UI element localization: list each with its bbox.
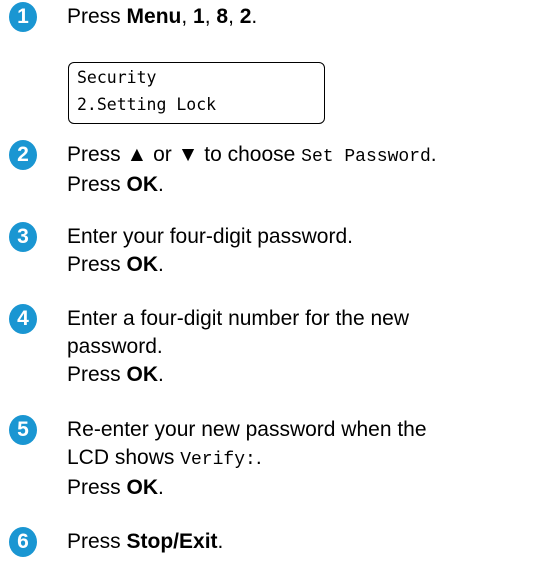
instruction-text: .	[255, 446, 262, 469]
key-name: 2	[239, 5, 252, 28]
key-name: OK	[126, 173, 159, 196]
key-name: 8	[216, 5, 229, 28]
instruction-text: Press	[67, 253, 127, 276]
instruction-text: .	[158, 253, 164, 276]
instruction-text: Enter your four-digit password.	[67, 225, 353, 248]
instruction-text: Re-enter your new password when the	[67, 418, 427, 441]
key-name: OK	[126, 253, 159, 276]
step-text: Press Menu, 1, 8, 2.	[67, 3, 257, 31]
lcd-text: Verify:	[180, 450, 256, 470]
instruction-text: Press	[67, 530, 127, 553]
lcd-line-2: 2.Setting Lock	[77, 95, 217, 114]
step-number-badge: 3	[9, 222, 37, 252]
step-number-badge: 6	[9, 527, 37, 557]
key-name: Menu	[126, 5, 182, 28]
instruction-text: .	[251, 5, 258, 28]
instruction-text: .	[158, 476, 164, 499]
step-text: Enter a four-digit number for the new pas…	[67, 305, 409, 389]
step-number-badge: 2	[9, 140, 37, 170]
instruction-text: Press ▲ or ▼ to choose	[67, 143, 302, 166]
step-number-badge: 4	[9, 304, 37, 334]
instruction-text: ,	[181, 5, 194, 28]
instruction-text: ,	[204, 5, 217, 28]
instruction-text: Press	[67, 363, 127, 386]
step-text: Re-enter your new password when the LCD s…	[67, 416, 427, 502]
instruction-text: Press	[67, 5, 127, 28]
key-name: Stop/Exit	[126, 530, 218, 553]
lcd-line-1: Security	[77, 68, 157, 87]
instruction-text: Press	[67, 173, 127, 196]
instruction-text: .	[430, 143, 437, 166]
instruction-text: Enter a four-digit number for the new	[67, 307, 410, 330]
instruction-text: ,	[228, 5, 240, 28]
instruction-text: LCD shows	[67, 446, 181, 469]
key-name: 1	[193, 5, 205, 28]
step-text: Press ▲ or ▼ to choose Set Password. Pres…	[67, 141, 437, 199]
instruction-text: password.	[67, 335, 163, 358]
step-number-badge: 1	[9, 2, 37, 32]
instruction-text: .	[158, 173, 164, 196]
step-text: Press Stop/Exit.	[67, 528, 223, 556]
key-name: OK	[126, 363, 159, 386]
step-number-badge: 5	[9, 415, 37, 445]
key-name: OK	[126, 476, 159, 499]
instruction-text: Press	[67, 476, 127, 499]
step-text: Enter your four-digit password. Press OK.	[67, 223, 353, 279]
instruction-text: .	[158, 363, 164, 386]
lcd-display: Security 2.Setting Lock	[68, 62, 325, 124]
instruction-text: .	[217, 530, 224, 553]
lcd-text: Set Password	[301, 147, 431, 167]
